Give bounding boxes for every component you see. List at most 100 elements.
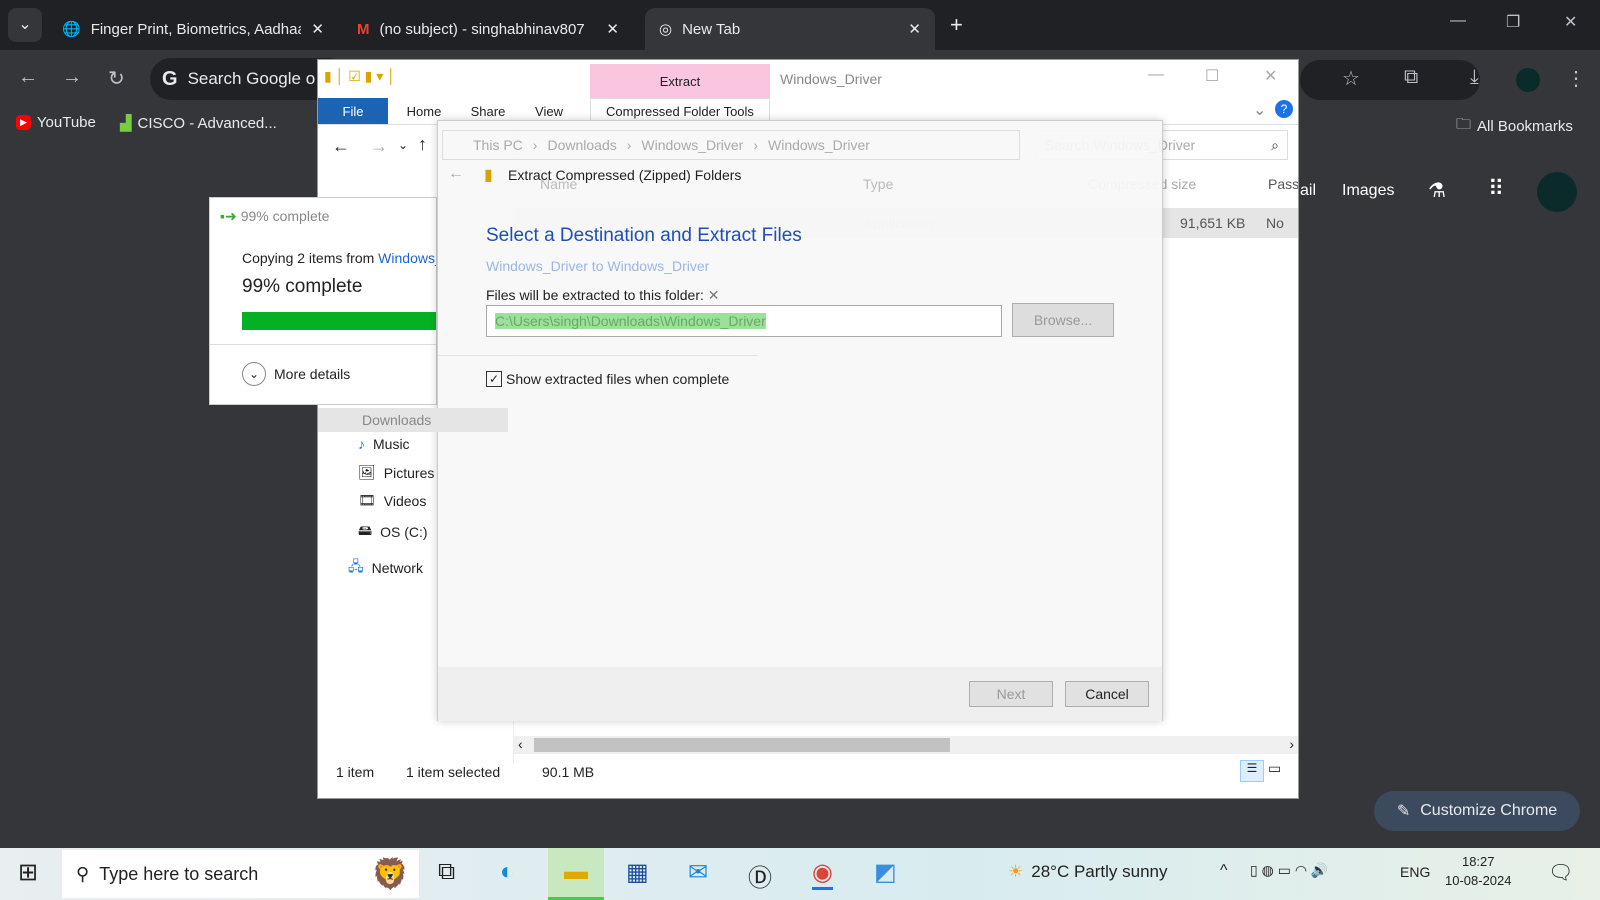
customize-chrome-button[interactable]: ✎ Customize Chrome (1374, 791, 1580, 831)
tray-icons[interactable]: ▯ ◍ ▭ ◠ 🔊 (1250, 862, 1328, 879)
heading: Select a Destination and Extract Files (486, 225, 802, 246)
column-type[interactable]: Type (863, 176, 893, 192)
destination-label: Files will be extracted to this folder: … (486, 287, 720, 303)
bookmark-youtube[interactable]: ▶ YouTube (16, 114, 96, 131)
tab-finger-print[interactable]: 🌐 Finger Print, Biometrics, Aadhaa ✕ (48, 8, 338, 50)
pictures-icon: 🖼 (358, 464, 376, 480)
horizontal-scrollbar[interactable]: ‹ › (514, 736, 1298, 754)
close-tab-icon[interactable]: ✕ (311, 20, 324, 38)
chrome-icon: ◎ (659, 21, 673, 38)
nav-videos[interactable]: 🎞 Videos (358, 492, 426, 509)
apps-icon[interactable]: ⠿ (1488, 176, 1504, 202)
progress-fill (242, 312, 436, 330)
forward-icon[interactable]: → (62, 66, 82, 89)
taskbar: ⊞ ⚲ Type here to search 🦁 ⧉ ◐ ▬ ▦ ✉ Ⓓ ◉ ◩ … (0, 848, 1600, 900)
large-icons-view-icon[interactable]: ▭ (1268, 760, 1281, 777)
maximize-button[interactable]: ☐ (1205, 66, 1219, 86)
restore-button[interactable]: ❐ (1506, 12, 1520, 32)
weather-icon: ☀ (1008, 862, 1024, 881)
tab-gmail[interactable]: M (no subject) - singhabhinav807 ✕ (343, 8, 633, 50)
back-icon[interactable]: ← (448, 165, 464, 183)
recent-icon[interactable]: ⌄ (398, 138, 408, 152)
quick-access-toolbar: ▮ │ ☑ ▮ ▾ │ (324, 68, 396, 84)
file-explorer-icon[interactable]: ▬ (548, 848, 604, 900)
status-size: 90.1 MB (542, 764, 595, 780)
cisco-icon: ▟ (120, 115, 132, 132)
ribbon-expand-icon[interactable]: ⌄ (1253, 100, 1266, 120)
minimize-button[interactable]: — (1148, 66, 1164, 84)
download-icon[interactable]: ⤓ (1470, 66, 1479, 89)
taskbar-search[interactable]: ⚲ Type here to search 🦁 (62, 850, 419, 898)
scrollbar-thumb[interactable] (534, 738, 950, 752)
gmail-icon: M (357, 20, 370, 38)
bookmark-cisco[interactable]: ▟ CISCO - Advanced... (120, 114, 277, 133)
edge-icon[interactable]: ◐ (500, 858, 515, 886)
close-tab-icon[interactable]: ✕ (908, 20, 921, 38)
clock[interactable]: 18:27 10-08-2024 (1445, 854, 1512, 888)
back-icon[interactable]: ← (332, 136, 350, 157)
extract-contextual-tab[interactable]: Extract (590, 64, 770, 98)
show-files-checkbox[interactable]: ✓ Show extracted files when complete (486, 371, 729, 387)
labs-icon[interactable]: ⚗ (1428, 178, 1446, 203)
progress-bar (242, 312, 436, 330)
ntp-gmail-link[interactable]: ail (1300, 182, 1316, 200)
reload-icon[interactable]: ↻ (108, 66, 125, 91)
more-details-button[interactable]: ⌄ More details (242, 362, 350, 386)
up-icon[interactable]: ↑ (418, 134, 427, 155)
omnibox-end (1300, 60, 1480, 100)
profile-avatar[interactable] (1516, 68, 1540, 92)
windows-start-icon[interactable]: ⊞ (18, 858, 38, 887)
dell-icon[interactable]: Ⓓ (748, 858, 772, 893)
column-password[interactable]: Password (1268, 176, 1298, 192)
next-button[interactable]: Next (969, 681, 1053, 707)
destination-link[interactable]: Windows_Driver (607, 258, 709, 274)
help-icon[interactable]: ? (1275, 100, 1293, 118)
extensions-icon[interactable]: ⧉ (1404, 66, 1418, 89)
back-icon[interactable]: ← (18, 66, 38, 89)
close-button[interactable]: ✕ (1264, 66, 1277, 86)
source-link[interactable]: Windows_Driver (378, 250, 436, 266)
all-bookmarks[interactable]: 🗀 All Bookmarks (1456, 114, 1573, 139)
star-icon[interactable]: ☆ (1342, 66, 1360, 91)
address-bar[interactable]: This PC › Downloads › Windows_Driver › Windows… (442, 130, 1020, 160)
details-view-icon[interactable]: ☰ (1240, 760, 1264, 782)
mail-icon[interactable]: ✉ (688, 858, 708, 887)
close-window-button[interactable]: ✕ (1564, 12, 1577, 32)
account-avatar[interactable] (1537, 172, 1577, 212)
chrome-icon[interactable]: ◉ (812, 858, 833, 890)
chrome-tab-bar: ⌄ 🌐 Finger Print, Biometrics, Aadhaa ✕ M (n… (0, 0, 1600, 50)
new-tab-button[interactable]: + (950, 12, 963, 38)
close-tab-icon[interactable]: ✕ (606, 20, 619, 38)
nav-os-c[interactable]: 🖴 OS (C:) (358, 520, 428, 544)
cancel-button[interactable]: Cancel (1065, 681, 1149, 707)
google-icon: G (162, 67, 178, 90)
store-icon[interactable]: ▦ (626, 858, 649, 887)
ntp-images-link[interactable]: Images (1342, 182, 1394, 200)
folder-icon: 🗀 (1456, 116, 1472, 133)
app-icon[interactable]: ◩ (874, 858, 897, 887)
close-icon: ✕ (707, 287, 720, 303)
tab-search-button[interactable]: ⌄ (8, 8, 42, 42)
destination-path-input[interactable]: C:\Users\singh\Downloads\Windows_Driver (486, 305, 1002, 337)
music-icon: ♪ (358, 436, 365, 452)
column-name[interactable]: Name (540, 176, 577, 192)
forward-icon[interactable]: → (370, 136, 388, 157)
lion-image: 🦁 (371, 857, 409, 891)
copy-progress-dialog: ▪➜ 99% complete Copying 2 items from Wind… (209, 197, 437, 405)
task-view-icon[interactable]: ⧉ (438, 858, 455, 886)
nav-network[interactable]: 🖧 Network (348, 556, 423, 580)
browse-button[interactable]: Browse... (1012, 303, 1114, 337)
checkbox-icon[interactable]: ✓ (486, 371, 502, 387)
minimize-button[interactable]: — (1450, 12, 1466, 30)
nav-music[interactable]: ♪ Music (358, 436, 410, 452)
ribbon-tab-file[interactable]: File (318, 98, 388, 124)
nav-pictures[interactable]: 🖼 Pictures (358, 464, 434, 481)
nav-downloads[interactable]: Downloads (318, 408, 508, 432)
menu-icon[interactable]: ⋮ (1566, 66, 1586, 91)
weather-widget[interactable]: ☀ 28°C Partly sunny (1008, 862, 1168, 882)
drive-icon: 🖴 (358, 522, 373, 538)
language-indicator[interactable]: ENG (1400, 864, 1430, 880)
show-hidden-icons[interactable]: ^ (1220, 862, 1228, 880)
tab-new-tab[interactable]: ◎ New Tab ✕ (645, 8, 935, 50)
notifications-icon[interactable]: 🗨 (1548, 860, 1573, 885)
